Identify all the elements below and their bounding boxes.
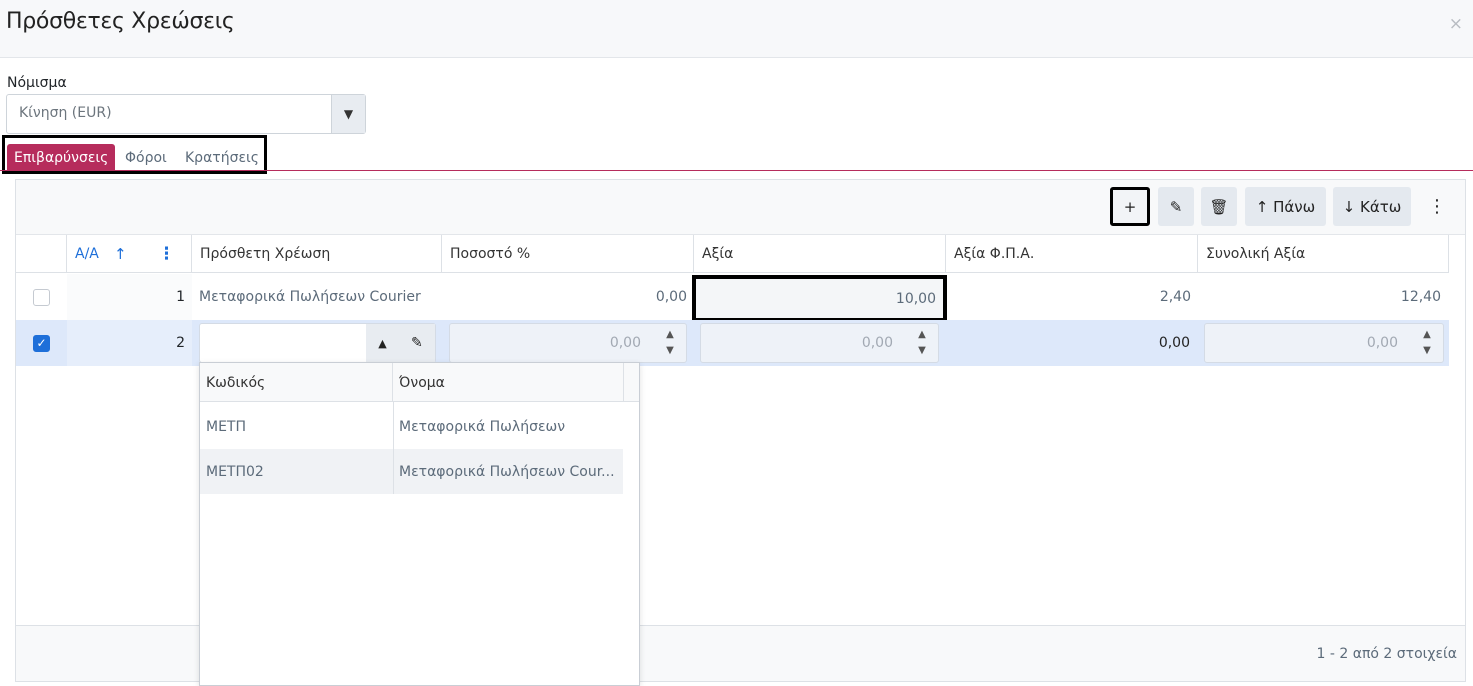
add-button[interactable]: +: [1110, 187, 1150, 226]
row-percent[interactable]: 0,00: [442, 274, 694, 320]
row-vat: 0,00: [1158, 335, 1190, 351]
currency-select[interactable]: Κίνηση (EUR) ▼: [6, 94, 366, 134]
value-spinner[interactable]: ▲ ▼: [906, 324, 938, 362]
row-index: 1: [67, 274, 192, 320]
column-header-value[interactable]: Αξία: [694, 235, 946, 273]
row-charge[interactable]: Μεταφορικά Πωλήσεων Courier: [199, 274, 442, 320]
total-spinner[interactable]: ▲ ▼: [1411, 324, 1443, 362]
total-input[interactable]: 0,00 ▲ ▼: [1204, 323, 1444, 363]
percent-input[interactable]: 0,00 ▲ ▼: [449, 323, 687, 363]
close-icon[interactable]: ×: [1449, 14, 1463, 34]
lookup-column-code[interactable]: Κωδικός: [200, 363, 393, 402]
currency-label: Νόμισμα: [7, 75, 67, 91]
charge-combo-input[interactable]: ▲ ✎: [199, 323, 436, 363]
row-checkbox[interactable]: ✓: [33, 320, 53, 366]
dialog-header: Πρόσθετες Χρεώσεις ×: [0, 0, 1473, 58]
value-input[interactable]: 0,00 ▲ ▼: [700, 323, 939, 363]
tab-charges[interactable]: Επιβαρύνσεις: [7, 144, 116, 171]
tab-divider: [0, 170, 1473, 171]
spin-up-icon[interactable]: ▲: [1423, 327, 1431, 343]
lookup-header: Κωδικός Όνομα: [200, 363, 639, 402]
column-header-percent[interactable]: Ποσοστό %: [442, 235, 694, 273]
row-vat: 2,40: [1159, 289, 1191, 305]
move-down-button[interactable]: ↓ Κάτω: [1333, 187, 1411, 226]
column-menu-icon[interactable]: ⋮: [158, 244, 175, 264]
currency-value: Κίνηση (EUR): [19, 105, 112, 121]
sort-ascending-icon: ↑: [114, 245, 127, 263]
spin-up-icon[interactable]: ▲: [918, 327, 926, 343]
caret-up-icon[interactable]: ▲: [378, 337, 386, 350]
dialog-title: Πρόσθετες Χρεώσεις: [6, 9, 235, 34]
row-value[interactable]: 10,00: [692, 275, 947, 322]
row-index: 2: [67, 320, 192, 366]
lookup-code: ΜΕΤΠ02: [206, 463, 264, 480]
lookup-column-divider: [393, 402, 394, 494]
spin-down-icon[interactable]: ▼: [1423, 343, 1431, 359]
column-header-index[interactable]: Α/Α ↑ ⋮: [67, 235, 192, 273]
grid-header: Α/Α ↑ ⋮ Πρόσθετη Χρέωση Ποσοστό % Αξία Α…: [16, 235, 1449, 273]
table-row[interactable]: ✓ 2 ▲ ✎ 0,00 ▲ ▼ 0,00 ▲ ▼ 0,00 0,00 ▲ ▼: [16, 320, 1449, 366]
value-input-value: 0,00: [861, 335, 893, 351]
edit-icon[interactable]: ✎: [1158, 187, 1194, 226]
column-header-total[interactable]: Συνολική Αξία: [1198, 235, 1449, 273]
spin-up-icon[interactable]: ▲: [666, 327, 674, 343]
select-column-header: [16, 235, 67, 273]
table-row[interactable]: 1 Μεταφορικά Πωλήσεων Courier 0,00 10,00…: [16, 274, 1449, 322]
spin-down-icon[interactable]: ▼: [918, 343, 926, 359]
pager-info: 1 - 2 από 2 στοιχεία: [1316, 646, 1457, 662]
lookup-row[interactable]: ΜΕΤΠ Μεταφορικά Πωλήσεων: [200, 404, 623, 449]
lookup-name: Μεταφορικά Πωλήσεων Cour...: [399, 463, 615, 480]
charge-lookup-dropdown: Κωδικός Όνομα ΜΕΤΠ Μεταφορικά Πωλήσεων Μ…: [199, 362, 640, 686]
column-header-charge[interactable]: Πρόσθετη Χρέωση: [192, 235, 442, 273]
move-up-button[interactable]: ↑ Πάνω: [1245, 187, 1326, 226]
spin-down-icon[interactable]: ▼: [666, 343, 674, 359]
column-header-vat[interactable]: Αξία Φ.Π.Α.: [946, 235, 1198, 273]
pencil-icon[interactable]: ✎: [411, 335, 423, 351]
grid-toolbar: + ✎ 🗑 ↑ Πάνω ↓ Κάτω ⋮: [16, 180, 1465, 235]
lookup-column-name[interactable]: Όνομα: [393, 363, 624, 402]
percent-input-value: 0,00: [609, 335, 641, 351]
tab-withholdings[interactable]: Κρατήσεις: [185, 144, 259, 171]
total-input-value: 0,00: [1366, 335, 1398, 351]
column-header-index-label: Α/Α: [75, 246, 99, 262]
check-icon: ✓: [33, 334, 50, 352]
lookup-row[interactable]: ΜΕΤΠ02 Μεταφορικά Πωλήσεων Cour...: [200, 449, 623, 494]
row-checkbox[interactable]: [33, 274, 53, 320]
row-total: 12,40: [1400, 289, 1441, 305]
chevron-down-icon[interactable]: ▼: [331, 95, 365, 133]
tab-strip: Επιβαρύνσεις Φόροι Κρατήσεις: [2, 135, 267, 174]
percent-spinner[interactable]: ▲ ▼: [654, 324, 686, 362]
delete-icon[interactable]: 🗑: [1201, 187, 1237, 226]
lookup-code: ΜΕΤΠ: [206, 418, 247, 435]
tab-taxes[interactable]: Φόροι: [125, 144, 167, 171]
lookup-name: Μεταφορικά Πωλήσεων: [399, 418, 566, 435]
more-options-icon[interactable]: ⋮: [1423, 187, 1451, 226]
